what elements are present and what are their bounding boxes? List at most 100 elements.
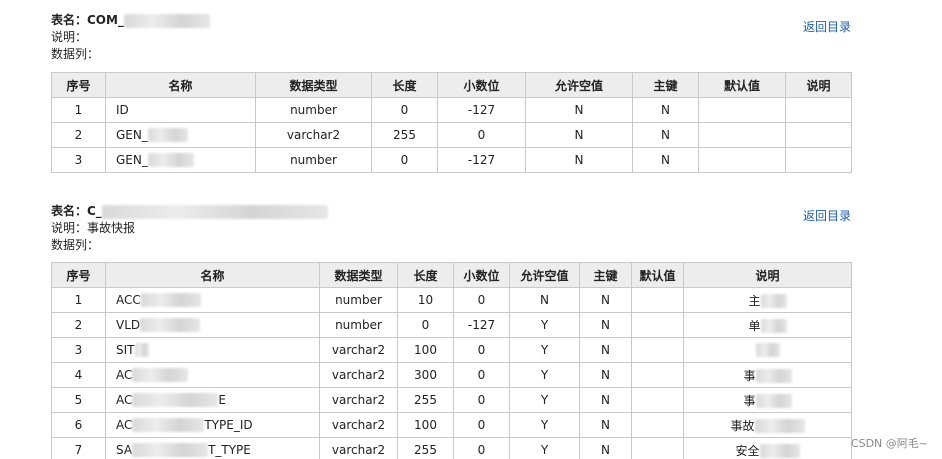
back-to-catalog-link[interactable]: 返回目录	[803, 19, 851, 36]
col-header-no: 序号	[51, 262, 106, 288]
note-text: 事	[743, 368, 756, 383]
back-to-catalog-link[interactable]: 返回目录	[803, 208, 851, 225]
col-header-nullable: 允许空值	[509, 262, 580, 288]
redacted-block	[132, 368, 189, 383]
cell-default	[698, 122, 786, 148]
cell-length: 255	[371, 122, 438, 148]
cell-note: 事	[683, 387, 852, 413]
cell-default	[631, 412, 684, 438]
cell-no: 2	[51, 122, 106, 148]
col-header-length: 长度	[397, 262, 454, 288]
table-row: 7 SA T_TYPE varchar2 255 0 Y N 安全	[51, 437, 852, 459]
cell-pk: N	[632, 122, 699, 148]
cell-name: SA T_TYPE	[105, 437, 320, 459]
name-text: VLD	[116, 317, 141, 332]
name-tail-text: T_TYPE	[208, 442, 251, 457]
table-title: 表名：C_	[51, 203, 851, 220]
cell-name: AC TYPE_ID	[105, 412, 320, 438]
columns-label: 数据列：	[51, 238, 100, 252]
col-header-type: 数据类型	[255, 72, 372, 98]
cell-length: 300	[397, 362, 454, 388]
cell-decimal: -127	[437, 97, 526, 123]
cell-decimal: 0	[453, 412, 510, 438]
cell-note: 事故	[683, 412, 852, 438]
cell-decimal: 0	[453, 287, 510, 313]
cell-no: 5	[51, 387, 106, 413]
redacted-block	[134, 343, 149, 358]
table-header-row: 序号 名称 数据类型 长度 小数位 允许空值 主键 默认值 说明	[51, 72, 852, 98]
table-row: 6 AC TYPE_ID varchar2 100 0 Y N 事故	[51, 412, 852, 438]
page: 表名：COM_ 说明： 数据列： 返回目录 序号 名称 数据类型 长度 小数位 …	[0, 0, 942, 459]
cell-type: varchar2	[319, 337, 398, 363]
redacted-block	[140, 293, 201, 308]
cell-decimal: -127	[437, 147, 526, 173]
redacted-block	[759, 444, 800, 458]
redacted-block	[140, 318, 201, 333]
cell-nullable: N	[525, 97, 633, 123]
cell-no: 2	[51, 312, 106, 338]
redacted-block	[754, 419, 805, 433]
cell-nullable: Y	[509, 337, 580, 363]
table-row: 2 GEN_ varchar2 255 0 N N	[51, 122, 852, 148]
cell-length: 255	[397, 387, 454, 413]
table-row: 1 ACC number 10 0 N N 主	[51, 287, 852, 313]
cell-note: 事	[683, 362, 852, 388]
cell-no: 3	[51, 147, 106, 173]
columns-table-2: 序号 名称 数据类型 长度 小数位 允许空值 主键 默认值 说明 1 ACC n…	[51, 262, 852, 459]
table-section-2: 表名：C_ 说明：事故快报 数据列： 返回目录	[51, 203, 851, 254]
cell-name: VLD	[105, 312, 320, 338]
cell-name: GEN_	[105, 147, 256, 173]
cell-decimal: -127	[453, 312, 510, 338]
cell-type: varchar2	[319, 437, 398, 459]
cell-nullable: N	[525, 147, 633, 173]
table-row: 3 SIT varchar2 100 0 Y N	[51, 337, 852, 363]
cell-note: 单	[683, 312, 852, 338]
redacted-block	[132, 443, 209, 458]
cell-name: ACC	[105, 287, 320, 313]
table-row: 2 VLD number 0 -127 Y N 单	[51, 312, 852, 338]
cell-name: SIT	[105, 337, 320, 363]
cell-length: 0	[371, 97, 438, 123]
table-header-row: 序号 名称 数据类型 长度 小数位 允许空值 主键 默认值 说明	[51, 262, 852, 288]
cell-pk: N	[579, 337, 632, 363]
cell-decimal: 0	[437, 122, 526, 148]
cell-decimal: 0	[453, 387, 510, 413]
cell-pk: N	[579, 412, 632, 438]
col-header-type: 数据类型	[319, 262, 398, 288]
cell-default	[631, 312, 684, 338]
cell-default	[631, 337, 684, 363]
cell-pk: N	[579, 362, 632, 388]
col-header-default: 默认值	[698, 72, 786, 98]
cell-pk: N	[632, 147, 699, 173]
col-header-nullable: 允许空值	[525, 72, 633, 98]
cell-note: 安全	[683, 437, 852, 459]
redacted-block	[760, 319, 787, 333]
redacted-block	[101, 204, 328, 219]
cell-type: varchar2	[319, 387, 398, 413]
col-header-decimal: 小数位	[453, 262, 510, 288]
cell-no: 4	[51, 362, 106, 388]
cell-pk: N	[579, 437, 632, 459]
table-row: 4 AC varchar2 300 0 Y N 事	[51, 362, 852, 388]
col-header-note: 说明	[683, 262, 852, 288]
table-name-label: 表名：C_	[51, 204, 102, 218]
col-header-no: 序号	[51, 72, 106, 98]
cell-nullable: Y	[509, 362, 580, 388]
name-text: GEN_	[116, 127, 148, 142]
cell-nullable: N	[525, 122, 633, 148]
cell-pk: N	[579, 287, 632, 313]
redacted-block	[760, 294, 787, 308]
cell-length: 255	[397, 437, 454, 459]
cell-note	[683, 337, 852, 363]
redacted-block	[147, 128, 188, 143]
cell-type: number	[255, 147, 372, 173]
name-text: SA	[116, 442, 133, 457]
table-desc: 说明：事故快报	[51, 221, 136, 235]
name-text: AC	[116, 392, 133, 407]
cell-length: 10	[397, 287, 454, 313]
cell-default	[631, 362, 684, 388]
cell-length: 0	[371, 147, 438, 173]
cell-type: varchar2	[255, 122, 372, 148]
col-header-note: 说明	[785, 72, 852, 98]
cell-note	[785, 122, 852, 148]
